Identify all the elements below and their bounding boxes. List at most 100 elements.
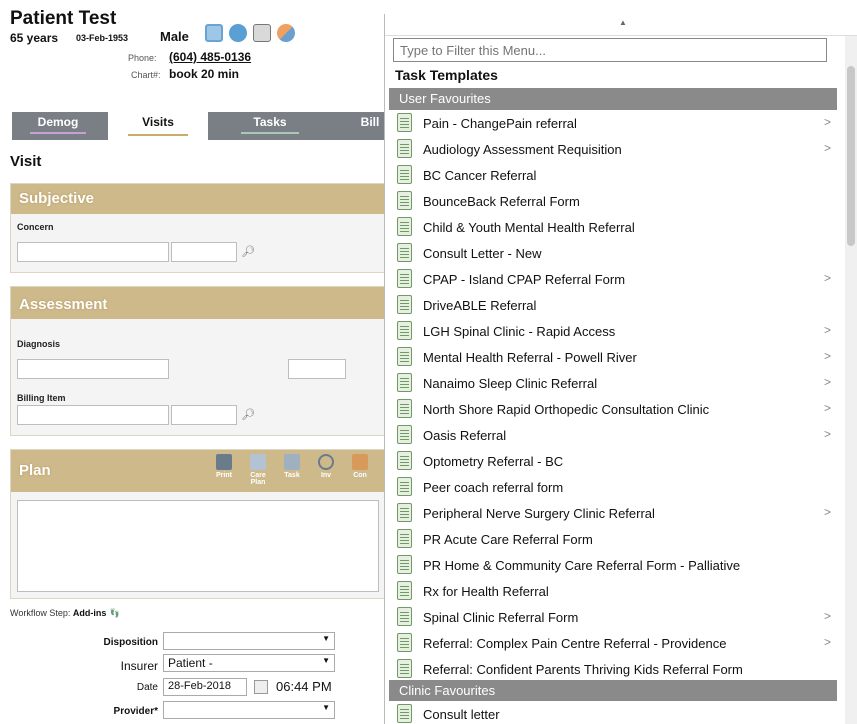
menu-scrollbar[interactable] [845, 36, 857, 724]
document-icon [397, 347, 412, 366]
diagnosis-code-input[interactable] [288, 359, 346, 379]
menu-item[interactable]: Nanaimo Sleep Clinic Referral > [389, 371, 837, 397]
assessment-section: Assessment Diagnosis Billing Item 🔎︎ [10, 286, 385, 436]
plan-toolbar: Print Care Plan Task Inv Con [211, 454, 373, 486]
diagnosis-input[interactable] [17, 359, 169, 379]
menu-item-label: Nanaimo Sleep Clinic Referral [423, 376, 598, 391]
menu-item[interactable]: Pain - ChangePain referral > [389, 111, 837, 137]
document-icon [397, 529, 412, 548]
phone-link[interactable]: (604) 485-0136 [169, 50, 251, 64]
disposition-label: Disposition [103, 637, 158, 648]
chevron-down-icon: ▼ [322, 703, 330, 712]
menu-item[interactable]: Audiology Assessment Requisition > [389, 137, 837, 163]
care-plan-icon [250, 454, 266, 470]
document-icon [397, 581, 412, 600]
chevron-up-icon: ▲ [619, 18, 627, 27]
binoculars-icon[interactable]: 🔎︎ [241, 245, 255, 258]
menu-item-label: Consult letter [423, 707, 500, 722]
care-plan-tool-label: Care Plan [250, 472, 266, 486]
menu-item[interactable]: PR Acute Care Referral Form [389, 527, 837, 553]
time-input[interactable]: 06:44 PM [272, 678, 342, 696]
chart-tabs: Demog Visits Tasks Bill [12, 112, 385, 144]
document-icon [397, 555, 412, 574]
menu-item[interactable]: Oasis Referral > [389, 423, 837, 449]
notes-icon[interactable] [253, 24, 271, 42]
calendar-icon[interactable] [254, 680, 268, 694]
menu-item-label: LGH Spinal Clinic - Rapid Access [423, 324, 616, 339]
people-icon[interactable] [277, 24, 295, 42]
concern-label: Concern [17, 222, 54, 232]
menu-item[interactable]: Peer coach referral form [389, 475, 837, 501]
document-icon [397, 451, 412, 470]
document-icon [397, 477, 412, 496]
concern-input[interactable] [17, 242, 169, 262]
menu-item-label: DriveABLE Referral [423, 298, 537, 313]
menu-title: Task Templates [395, 67, 498, 83]
menu-item[interactable]: North Shore Rapid Orthopedic Consultatio… [389, 397, 837, 423]
menu-item[interactable]: LGH Spinal Clinic - Rapid Access > [389, 319, 837, 345]
menu-item[interactable]: Rx for Health Referral [389, 579, 837, 605]
camera-icon[interactable] [205, 24, 223, 42]
care-plan-tool[interactable]: Care Plan [245, 454, 271, 486]
task-templates-menu: ▲ Task Templates User Favourites Pain - … [384, 14, 857, 724]
document-icon [397, 243, 412, 262]
phone-label: Phone: [128, 53, 157, 63]
chevron-right-icon: > [823, 375, 831, 389]
investigation-tool[interactable]: Inv [313, 454, 339, 486]
menu-item[interactable]: Consult Letter - New [389, 241, 837, 267]
menu-item-label: Referral: Complex Pain Centre Referral -… [423, 636, 727, 651]
menu-item-label: Child & Youth Mental Health Referral [423, 220, 635, 235]
menu-item[interactable]: Peripheral Nerve Surgery Clinic Referral… [389, 501, 837, 527]
patient-name: Patient Test [10, 8, 117, 29]
document-icon [397, 607, 412, 626]
globe-icon[interactable] [229, 24, 247, 42]
menu-item[interactable]: BC Cancer Referral [389, 163, 837, 189]
insurer-select[interactable]: Patient - ▼ [163, 654, 335, 672]
billing-search-icon[interactable]: 🔎︎ [241, 408, 255, 421]
document-icon [397, 269, 412, 288]
task-icon [284, 454, 300, 470]
menu-item[interactable]: DriveABLE Referral [389, 293, 837, 319]
menu-item[interactable]: Spinal Clinic Referral Form > [389, 605, 837, 631]
insurer-value: Patient - [168, 656, 213, 670]
billing-item-input[interactable] [17, 405, 169, 425]
tab-visits[interactable]: Visits [108, 112, 208, 144]
chart-number: book 20 min [169, 67, 240, 81]
tab-bill[interactable]: Bill [350, 112, 385, 140]
menu-item[interactable]: Child & Youth Mental Health Referral [389, 215, 837, 241]
menu-item[interactable]: CPAP - Island CPAP Referral Form > [389, 267, 837, 293]
menu-item-label: Audiology Assessment Requisition [423, 142, 622, 157]
chart-label: Chart#: [131, 70, 161, 80]
document-icon [397, 321, 412, 340]
task-tool[interactable]: Task [279, 454, 305, 486]
chevron-right-icon: > [823, 427, 831, 441]
tab-tasks-underline [241, 132, 299, 134]
print-tool[interactable]: Print [211, 454, 237, 486]
menu-item[interactable]: Referral: Complex Pain Centre Referral -… [389, 631, 837, 657]
disposition-select[interactable]: ▼ [163, 632, 335, 650]
document-icon [397, 425, 412, 444]
menu-scroll-up[interactable]: ▲ [385, 14, 857, 36]
document-icon [397, 217, 412, 236]
assessment-heading: Assessment [11, 287, 384, 319]
tab-tasks[interactable]: Tasks [222, 112, 318, 140]
menu-item[interactable]: BounceBack Referral Form [389, 189, 837, 215]
menu-item[interactable]: Optometry Referral - BC [389, 449, 837, 475]
menu-item[interactable]: Mental Health Referral - Powell River > [389, 345, 837, 371]
date-input[interactable]: 28-Feb-2018 [163, 678, 247, 696]
billing-item-label: Billing Item [17, 393, 66, 403]
menu-filter-input[interactable] [393, 38, 827, 62]
consult-tool[interactable]: Con [347, 454, 373, 486]
menu-item[interactable]: PR Home & Community Care Referral Form -… [389, 553, 837, 579]
footsteps-icon[interactable]: 👣︎ [109, 608, 120, 618]
investigation-icon [318, 454, 334, 470]
billing-code-input[interactable] [171, 405, 237, 425]
workflow-label: Workflow Step: [10, 608, 71, 618]
chevron-right-icon: > [823, 635, 831, 649]
menu-item[interactable]: Consult letter [389, 702, 837, 724]
provider-select[interactable]: ▼ [163, 701, 335, 719]
concern-code-input[interactable] [171, 242, 237, 262]
plan-textarea[interactable] [17, 500, 379, 592]
menu-scrollbar-thumb[interactable] [847, 66, 855, 246]
tab-demog[interactable]: Demog [12, 112, 104, 140]
